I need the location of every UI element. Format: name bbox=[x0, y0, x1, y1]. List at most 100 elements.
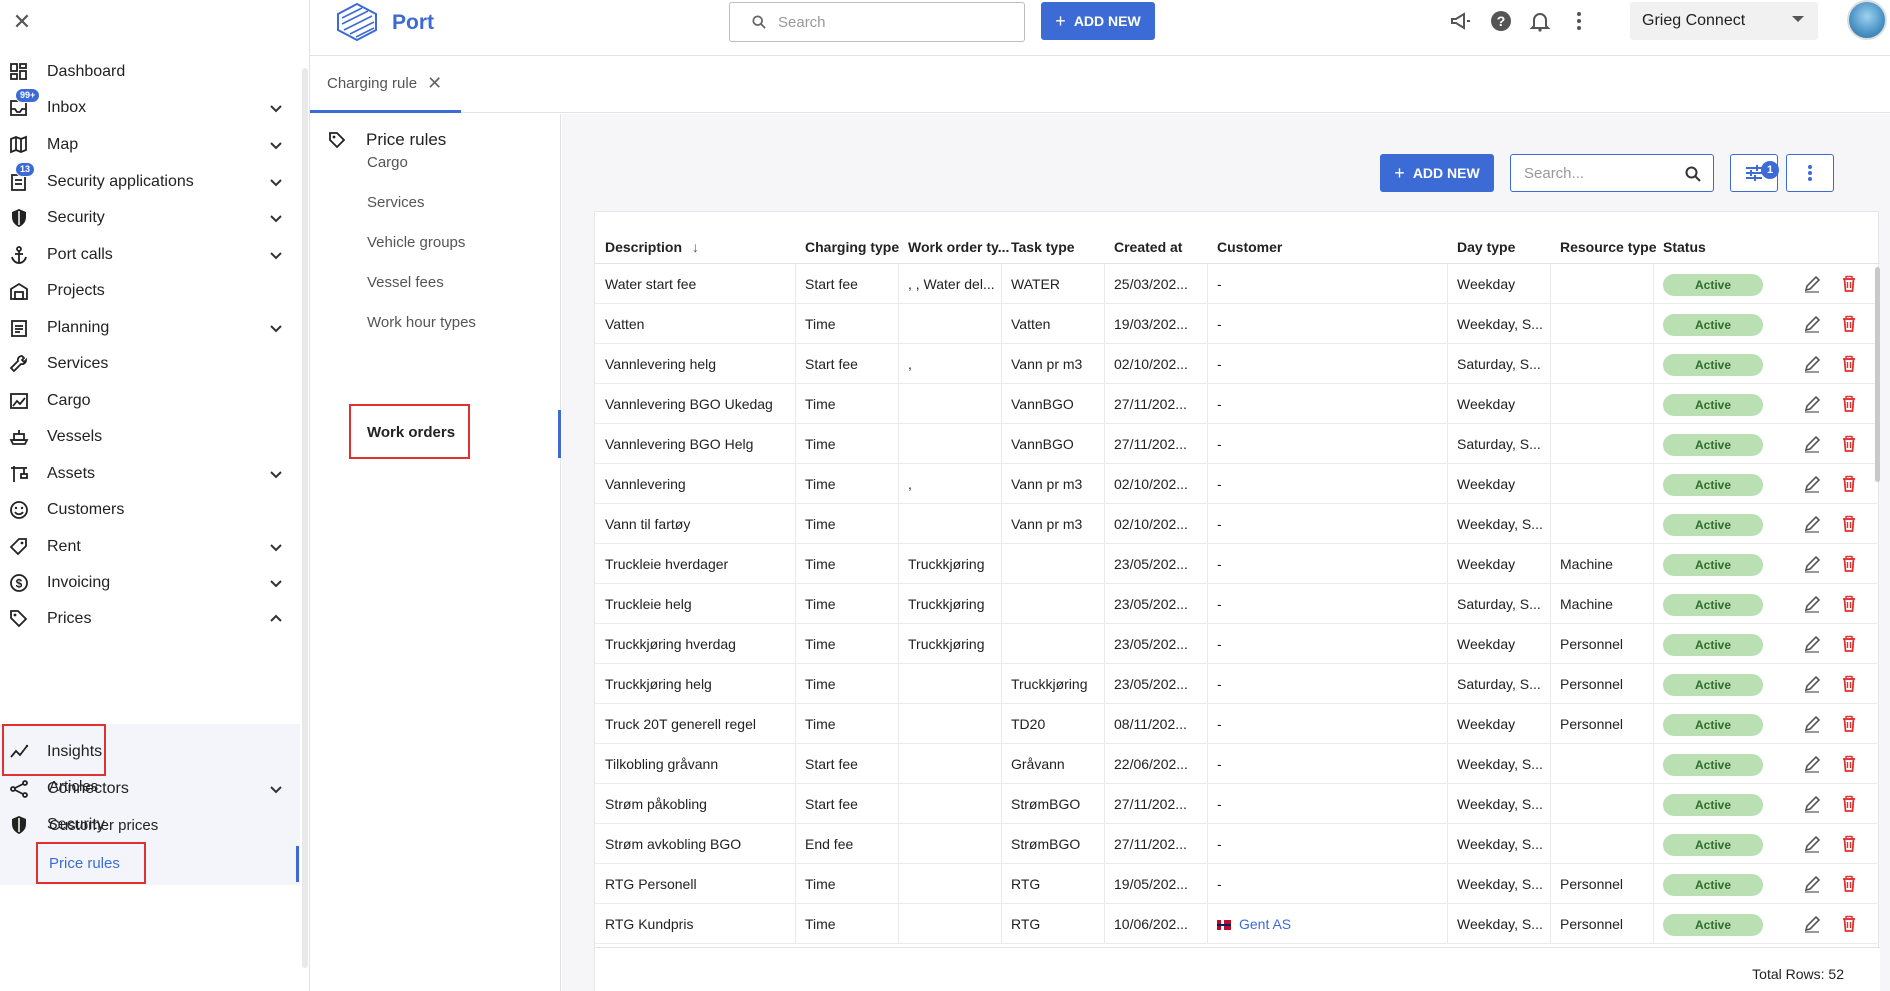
add-new-button[interactable]: + ADD NEW bbox=[1380, 154, 1494, 192]
sidebar-subitem-customer-prices[interactable]: Customer prices bbox=[49, 817, 158, 834]
panel-item-work-hour-types[interactable]: Work hour types bbox=[367, 314, 476, 331]
edit-pencil-icon[interactable] bbox=[1803, 435, 1821, 453]
delete-trash-icon[interactable] bbox=[1840, 795, 1858, 813]
delete-trash-icon[interactable] bbox=[1840, 315, 1858, 333]
edit-pencil-icon[interactable] bbox=[1803, 875, 1821, 893]
delete-trash-icon[interactable] bbox=[1840, 915, 1858, 933]
chevron-down-icon[interactable] bbox=[268, 174, 284, 190]
panel-item-vessel-fees[interactable]: Vessel fees bbox=[367, 274, 444, 291]
delete-trash-icon[interactable] bbox=[1840, 275, 1858, 293]
edit-pencil-icon[interactable] bbox=[1803, 675, 1821, 693]
delete-trash-icon[interactable] bbox=[1840, 555, 1858, 573]
chevron-down-icon[interactable] bbox=[268, 320, 284, 336]
table-row[interactable]: Vannlevering helg Start fee, Vann pr m3 02/… bbox=[595, 344, 1877, 384]
delete-trash-icon[interactable] bbox=[1840, 595, 1858, 613]
column-header-charging-type[interactable]: Charging type bbox=[805, 239, 899, 255]
table-search-input[interactable]: Search... bbox=[1510, 154, 1714, 192]
delete-trash-icon[interactable] bbox=[1840, 875, 1858, 893]
column-header-task-type[interactable]: Task type bbox=[1011, 239, 1075, 255]
table-row[interactable]: Truckkjøring helg Time Truckkjøring 23/05/2… bbox=[595, 664, 1877, 704]
port-logo-icon[interactable] bbox=[336, 2, 378, 42]
table-menu-button[interactable] bbox=[1786, 154, 1834, 192]
edit-pencil-icon[interactable] bbox=[1803, 835, 1821, 853]
column-header-customer[interactable]: Customer bbox=[1217, 239, 1282, 255]
global-search-input[interactable]: Search bbox=[729, 2, 1025, 42]
edit-pencil-icon[interactable] bbox=[1803, 635, 1821, 653]
filter-button[interactable]: 1 bbox=[1730, 154, 1779, 192]
megaphone-icon[interactable] bbox=[1449, 10, 1471, 32]
delete-trash-icon[interactable] bbox=[1840, 715, 1858, 733]
sidebar-item-prices[interactable]: Prices bbox=[0, 597, 300, 641]
delete-trash-icon[interactable] bbox=[1840, 755, 1858, 773]
help-icon[interactable]: ? bbox=[1490, 10, 1512, 32]
more-vertical-icon[interactable] bbox=[1568, 10, 1590, 32]
table-row[interactable]: Vatten Time Vatten 19/03/202... - Weekday, S.… bbox=[595, 304, 1877, 344]
delete-trash-icon[interactable] bbox=[1840, 435, 1858, 453]
customer-link[interactable]: Gent AS bbox=[1239, 916, 1291, 932]
top-add-new-button[interactable]: + ADD NEW bbox=[1041, 2, 1155, 40]
column-header-resource-type[interactable]: Resource type bbox=[1560, 239, 1656, 255]
edit-pencil-icon[interactable] bbox=[1803, 915, 1821, 933]
delete-trash-icon[interactable] bbox=[1840, 395, 1858, 413]
table-scrollbar[interactable] bbox=[1875, 267, 1880, 482]
chevron-down-icon[interactable] bbox=[268, 466, 284, 482]
sidebar-subitem-articles[interactable]: Articles bbox=[49, 778, 98, 795]
delete-trash-icon[interactable] bbox=[1840, 475, 1858, 493]
table-row[interactable]: Vannlevering BGO Helg Time VannBGO 27/11/20… bbox=[595, 424, 1877, 464]
cell-task-type: Vann pr m3 bbox=[1011, 356, 1083, 372]
column-header-status[interactable]: Status bbox=[1663, 239, 1706, 255]
delete-trash-icon[interactable] bbox=[1840, 835, 1858, 853]
delete-trash-icon[interactable] bbox=[1840, 635, 1858, 653]
edit-pencil-icon[interactable] bbox=[1803, 715, 1821, 733]
delete-trash-icon[interactable] bbox=[1840, 355, 1858, 373]
chevron-down-icon[interactable] bbox=[268, 137, 284, 153]
table-row[interactable]: Truck 20T generell regel Time TD20 08/11/20… bbox=[595, 704, 1877, 744]
edit-pencil-icon[interactable] bbox=[1803, 395, 1821, 413]
edit-pencil-icon[interactable] bbox=[1803, 795, 1821, 813]
table-row[interactable]: RTG Kundpris Time RTG 10/06/202... Gent AS We… bbox=[595, 904, 1877, 944]
table-row[interactable]: Truckleie helg Time Truckkjøring 23/05/202.… bbox=[595, 584, 1877, 624]
edit-pencil-icon[interactable] bbox=[1803, 595, 1821, 613]
table-row[interactable]: Truckkjøring hverdag Time Truckkjøring 23/0… bbox=[595, 624, 1877, 664]
cell-charging-type: Time bbox=[805, 636, 836, 652]
panel-item-vehicle-groups[interactable]: Vehicle groups bbox=[367, 234, 465, 251]
chevron-down-icon[interactable] bbox=[268, 575, 284, 591]
edit-pencil-icon[interactable] bbox=[1803, 555, 1821, 573]
table-row[interactable]: Vann til fartøy Time Vann pr m3 02/10/202..… bbox=[595, 504, 1877, 544]
organization-select[interactable]: Grieg Connect bbox=[1630, 2, 1818, 40]
table-row[interactable]: Strøm avkobling BGO End fee StrømBGO 27/11/… bbox=[595, 824, 1877, 864]
sidebar-scrollbar[interactable] bbox=[302, 68, 308, 968]
chevron-up-icon[interactable] bbox=[268, 611, 284, 627]
chevron-down-icon[interactable] bbox=[268, 210, 284, 226]
close-sidebar-icon[interactable]: ✕ bbox=[10, 10, 34, 34]
edit-pencil-icon[interactable] bbox=[1803, 515, 1821, 533]
table-row[interactable]: Vannlevering Time, Vann pr m3 02/10/202... -… bbox=[595, 464, 1877, 504]
table-row[interactable]: Truckleie hverdager Time Truckkjøring 23/05… bbox=[595, 544, 1877, 584]
avatar[interactable] bbox=[1847, 0, 1887, 40]
edit-pencil-icon[interactable] bbox=[1803, 755, 1821, 773]
edit-pencil-icon[interactable] bbox=[1803, 275, 1821, 293]
column-header-description[interactable]: Description ↓ bbox=[605, 239, 699, 255]
edit-pencil-icon[interactable] bbox=[1803, 355, 1821, 373]
table-row[interactable]: Water start fee Start fee , , Water del...… bbox=[595, 264, 1877, 304]
chevron-down-icon[interactable] bbox=[268, 539, 284, 555]
panel-item-cargo[interactable]: Cargo bbox=[367, 154, 408, 171]
tab-charging-rule[interactable]: Charging rule ✕ bbox=[310, 57, 461, 113]
chevron-down-icon[interactable] bbox=[268, 781, 284, 797]
column-header-day-type[interactable]: Day type bbox=[1457, 239, 1515, 255]
chevron-down-icon[interactable] bbox=[268, 100, 284, 116]
table-row[interactable]: Vannlevering BGO Ukedag Time VannBGO 27/11/… bbox=[595, 384, 1877, 424]
table-row[interactable]: Tilkobling gråvann Start fee Gråvann 22/06/… bbox=[595, 744, 1877, 784]
edit-pencil-icon[interactable] bbox=[1803, 475, 1821, 493]
column-header-work-order-type[interactable]: Work order ty... bbox=[908, 239, 1009, 255]
table-row[interactable]: Strøm påkobling Start fee StrømBGO 27/11/20… bbox=[595, 784, 1877, 824]
close-tab-icon[interactable]: ✕ bbox=[427, 73, 442, 94]
bell-icon[interactable] bbox=[1529, 10, 1551, 32]
panel-item-services[interactable]: Services bbox=[367, 194, 425, 211]
table-row[interactable]: RTG Personell Time RTG 19/05/202... - Weekday… bbox=[595, 864, 1877, 904]
chevron-down-icon[interactable] bbox=[268, 247, 284, 263]
delete-trash-icon[interactable] bbox=[1840, 515, 1858, 533]
edit-pencil-icon[interactable] bbox=[1803, 315, 1821, 333]
column-header-created-at[interactable]: Created at bbox=[1114, 239, 1182, 255]
delete-trash-icon[interactable] bbox=[1840, 675, 1858, 693]
